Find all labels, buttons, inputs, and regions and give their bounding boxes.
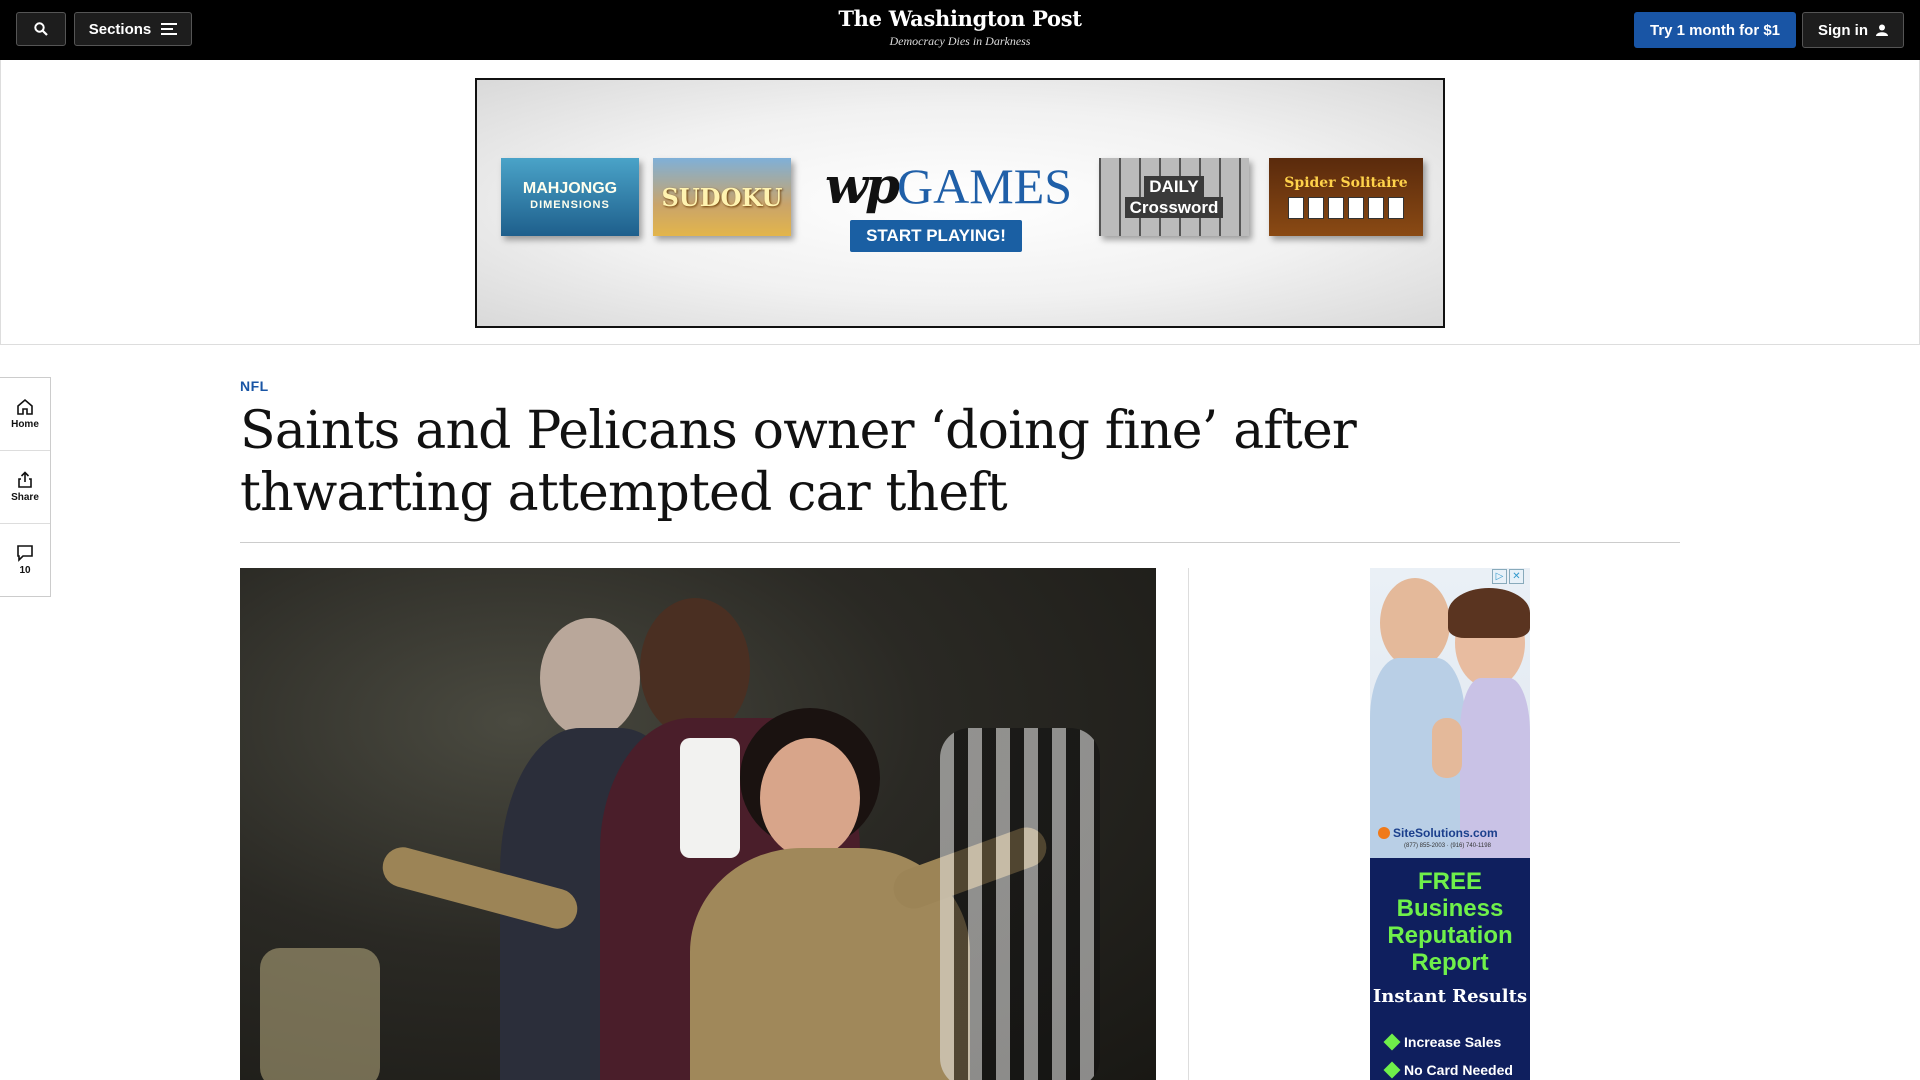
comment-icon: [17, 545, 33, 562]
top-nav-bar: Sections The Washington Post Democracy D…: [0, 0, 1920, 60]
search-icon: [34, 22, 48, 36]
ad-brand: SiteSolutions.com: [1393, 826, 1498, 840]
wp-games-logo: wpGAMES START PLAYING!: [825, 160, 1072, 252]
solitaire-title: Spider Solitaire: [1284, 175, 1408, 191]
share-icon: [18, 471, 32, 488]
sitesolutions-logo: SiteSolutions.com: [1378, 826, 1498, 840]
ad-choices-controls[interactable]: ▷ ✕: [1492, 569, 1524, 584]
instant-results-text: Instant Results: [1372, 986, 1528, 1007]
free-report-headline: FREE Business Reputation Report: [1370, 868, 1530, 976]
ad-bullet: Increase Sales: [1383, 1033, 1502, 1051]
share-label: Share: [11, 492, 39, 503]
mahjongg-dimensions-tile[interactable]: MAHJONGG DIMENSIONS: [501, 158, 639, 236]
sign-in-label: Sign in: [1818, 21, 1868, 39]
ad-photo: [1370, 568, 1530, 858]
sections-button[interactable]: Sections: [74, 12, 192, 46]
sections-label: Sections: [88, 20, 152, 38]
subscribe-trial-button[interactable]: Try 1 month for $1: [1634, 12, 1796, 48]
crossword-daily-label: DAILY: [1144, 176, 1204, 197]
start-playing-button[interactable]: START PLAYING!: [850, 220, 1022, 252]
article-action-rail: Home Share 10: [0, 377, 51, 597]
sign-in-button[interactable]: Sign in: [1802, 12, 1904, 48]
search-button[interactable]: [16, 12, 66, 46]
games-wordmark: GAMES: [897, 158, 1073, 214]
diamond-bullet-icon: [1383, 1033, 1401, 1051]
site-logo: The Washington Post: [838, 6, 1082, 31]
share-button[interactable]: Share: [0, 451, 50, 524]
globe-icon: [1378, 827, 1390, 839]
ad-bullet-text: No Card Needed: [1404, 1062, 1513, 1078]
site-tagline: Democracy Dies in Darkness: [889, 34, 1031, 48]
headline-divider: [240, 542, 1680, 543]
mahjongg-title: MAHJONGG: [522, 180, 618, 197]
ad-choices-icon[interactable]: ▷: [1492, 569, 1507, 584]
user-icon: [1876, 24, 1888, 36]
home-button[interactable]: Home: [0, 378, 50, 451]
menu-icon: [161, 23, 178, 35]
playing-cards-graphic: [1288, 197, 1404, 219]
home-label: Home: [11, 419, 39, 430]
ad-line-free: FREE: [1417, 868, 1482, 895]
ad-bullet: No Card Needed: [1383, 1061, 1513, 1079]
crossword-label: Crossword: [1124, 197, 1224, 218]
ad-phone: (877) 855-2003 · (916) 740-1198: [1404, 843, 1491, 849]
daily-crossword-tile[interactable]: DAILY Crossword: [1099, 158, 1249, 236]
comments-count: 10: [19, 565, 31, 576]
diamond-bullet-icon: [1383, 1061, 1401, 1079]
column-divider: [1188, 568, 1189, 1080]
ad-bullet-text: Increase Sales: [1404, 1034, 1502, 1050]
home-icon: [17, 398, 33, 415]
section-kicker-link[interactable]: NFL: [240, 378, 269, 394]
wp-monogram: wp: [825, 156, 900, 215]
ad-line-report: Report: [1411, 949, 1489, 976]
ad-line-reputation: Reputation: [1387, 922, 1513, 949]
sudoku-tile[interactable]: SUDOKU: [653, 158, 791, 236]
wp-games-banner-ad[interactable]: MAHJONGG DIMENSIONS SUDOKU wpGAMES START…: [475, 78, 1445, 328]
comments-button[interactable]: 10: [0, 524, 50, 596]
sidebar-ad[interactable]: ▷ ✕ SiteSolutions.com (877) 855-2003 · (…: [1370, 568, 1530, 1080]
lead-photo[interactable]: [240, 568, 1156, 1080]
masthead-logo[interactable]: The Washington Post Democracy Dies in Da…: [760, 6, 1160, 49]
close-ad-icon[interactable]: ✕: [1509, 569, 1524, 584]
mahjongg-subtitle: DIMENSIONS: [530, 199, 610, 211]
ad-line-business: Business: [1396, 895, 1504, 922]
article-headline: Saints and Pelicans owner ‘doing fine’ a…: [240, 401, 1357, 523]
spider-solitaire-tile[interactable]: Spider Solitaire: [1269, 158, 1423, 236]
